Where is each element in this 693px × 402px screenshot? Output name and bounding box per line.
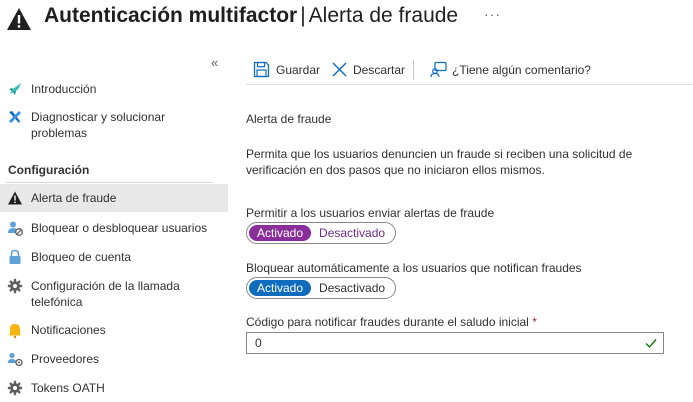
fraud-code-input[interactable] — [247, 333, 637, 353]
page-title: Autenticación multifactor | Alerta de frau… — [44, 4, 458, 28]
sidebar-item-label: Bloqueo de cuenta — [31, 250, 132, 264]
allow-alerts-label: Permitir a los usuarios enviar alertas d… — [246, 206, 495, 220]
close-icon — [332, 62, 347, 77]
providers-icon — [7, 352, 23, 367]
sidebar-item-bloqueo-de-cuenta[interactable]: Bloqueo de cuenta — [0, 247, 228, 267]
wrench-icon — [9, 111, 21, 123]
allow-alerts-toggle[interactable]: Activado Desactivado — [246, 222, 397, 244]
title-separator: | — [300, 4, 306, 27]
bell-icon — [8, 324, 22, 338]
section-label-configuracion: Configuración — [8, 163, 90, 177]
auto-block-label: Bloquear automáticamente a los usuarios … — [246, 261, 582, 275]
sidebar-item-label: Diagnosticar y solucionar problemas — [31, 110, 166, 140]
sidebar-item-introduccion[interactable]: Introducción — [0, 80, 228, 98]
toolbar-bottom-border — [246, 84, 693, 85]
save-button[interactable]: Guardar — [253, 58, 321, 80]
section-description: Permita que los usuarios denuncien un fr… — [246, 147, 633, 177]
discard-button[interactable]: Descartar — [331, 58, 406, 80]
user-block-icon — [8, 221, 23, 236]
toggle-option-on[interactable]: Activado — [249, 225, 312, 241]
discard-button-label: Descartar — [353, 63, 406, 77]
more-options-button[interactable]: ··· — [484, 6, 501, 22]
checkmark-icon — [645, 339, 657, 349]
sidebar-item-label: Alerta de fraude — [31, 191, 117, 205]
feedback-icon — [430, 61, 447, 78]
sidebar-item-label: Introducción — [31, 82, 97, 96]
sidebar-item-tokens-oath[interactable]: Tokens OATH — [0, 378, 228, 398]
save-icon — [253, 61, 270, 78]
fraud-code-label-text: Código para notificar fraudes durante el… — [246, 315, 529, 329]
toolbar-divider — [413, 60, 414, 80]
feedback-button-label: ¿Tiene algún comentario? — [452, 63, 591, 77]
toggle-option-off[interactable]: Desactivado — [311, 280, 393, 296]
warning-icon — [7, 8, 31, 30]
fraud-code-field[interactable] — [246, 332, 664, 354]
page-title-sub: Alerta de fraude — [308, 4, 459, 27]
sidebar-item-label: Notificaciones — [31, 323, 106, 337]
command-bar: Guardar Descartar ¿Tiene algún comentari… — [246, 56, 693, 84]
sidebar-item-label: Bloquear o desbloquear usuarios — [31, 221, 208, 235]
title-bar: Autenticación multifactor | Alerta de frau… — [0, 0, 693, 40]
sidebar-item-alerta-de-fraude[interactable]: Alerta de fraude — [0, 184, 228, 212]
sidebar-item-label: Tokens OATH — [31, 381, 105, 395]
save-button-label: Guardar — [276, 63, 321, 77]
gear-icon — [7, 380, 23, 396]
feedback-button[interactable]: ¿Tiene algún comentario? — [430, 58, 591, 80]
fraud-code-label: Código para notificar fraudes durante el… — [246, 315, 537, 329]
sidebar-item-bloquear-usuarios[interactable]: Bloquear o desbloquear usuarios — [0, 218, 228, 238]
required-mark: * — [532, 315, 537, 329]
sidebar-item-label: Proveedores — [31, 352, 100, 366]
auto-block-toggle[interactable]: Activado Desactivado — [246, 277, 397, 299]
gear-icon — [7, 278, 23, 294]
sidebar-item-configuracion-llamada[interactable]: Configuración de la llamada telefónica — [0, 276, 228, 310]
sidebar-item-notificaciones[interactable]: Notificaciones — [0, 320, 228, 340]
toggle-option-on[interactable]: Activado — [249, 280, 312, 296]
sidebar-item-label: Configuración de la llamada telefónica — [31, 279, 180, 309]
warning-icon — [8, 191, 22, 205]
section-heading: Alerta de fraude — [246, 112, 332, 126]
toggle-option-off[interactable]: Desactivado — [311, 225, 393, 241]
collapse-sidebar-button[interactable]: « — [211, 55, 218, 70]
lock-icon — [9, 249, 21, 264]
section-divider — [6, 182, 213, 183]
sidebar-item-proveedores[interactable]: Proveedores — [0, 349, 228, 369]
sidebar-item-diagnosticar[interactable]: Diagnosticar y solucionar problemas — [0, 108, 228, 142]
rocket-icon — [9, 83, 21, 95]
page-title-main: Autenticación multifactor — [44, 4, 298, 27]
